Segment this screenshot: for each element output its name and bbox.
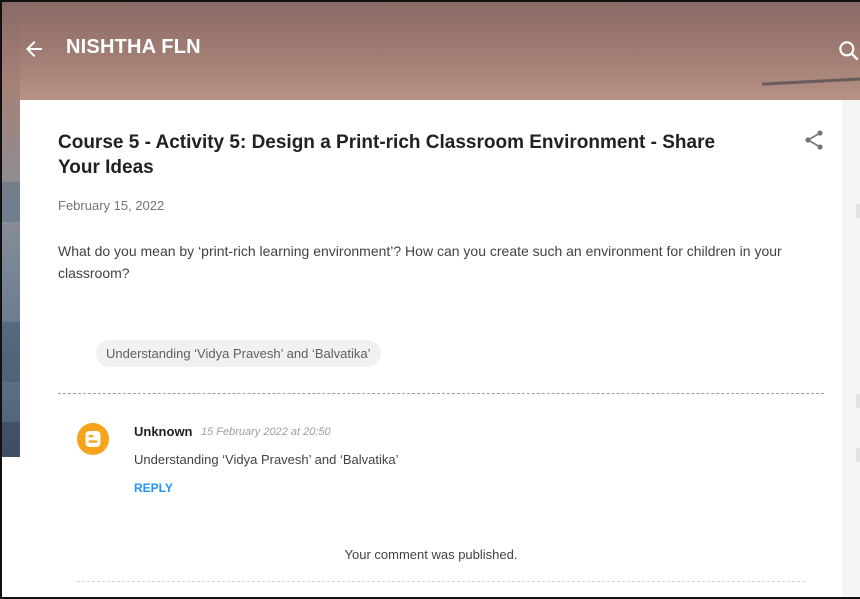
share-button[interactable] — [802, 128, 826, 152]
comment-avatar — [77, 423, 109, 455]
left-margin — [2, 457, 20, 597]
right-sidebar-edge — [842, 100, 860, 597]
background-band — [2, 422, 20, 462]
comment-text: Understanding ‘Vidya Pravesh’ and ‘Balva… — [134, 452, 399, 467]
reply-button[interactable]: REPLY — [134, 481, 173, 495]
back-button[interactable] — [22, 37, 46, 61]
sidebar-tick — [856, 204, 860, 218]
post-card: Course 5 - Activity 5: Design a Print-ri… — [20, 100, 842, 597]
comment-timestamp[interactable]: 15 February 2022 at 20:50 — [201, 426, 331, 438]
post-title: Course 5 - Activity 5: Design a Print-ri… — [58, 132, 716, 178]
sidebar-tick — [856, 394, 860, 408]
search-button[interactable] — [836, 38, 860, 64]
post-date[interactable]: February 15, 2022 — [58, 198, 164, 213]
blogger-icon — [77, 423, 109, 455]
blog-title[interactable]: NISHTHA FLN — [66, 36, 201, 59]
background-band — [2, 322, 20, 382]
comments-divider — [58, 393, 824, 394]
search-icon — [839, 41, 859, 61]
sidebar-tick — [856, 448, 860, 462]
browser-frame: NISHTHA FLN Course 5 - Activity 5: Desig… — [0, 0, 860, 599]
bottom-divider — [77, 581, 805, 582]
post-label-chip[interactable]: Understanding ‘Vidya Pravesh’ and ‘Balva… — [96, 340, 381, 367]
post-body: What do you mean by ‘print-rich learning… — [58, 243, 782, 281]
share-icon — [805, 130, 823, 150]
blog-header: NISHTHA FLN — [2, 2, 860, 100]
comment-author[interactable]: Unknown — [134, 424, 193, 439]
arrow-left-icon — [26, 41, 42, 57]
background-band — [2, 182, 20, 222]
comment-published-message: Your comment was published. — [344, 547, 518, 562]
